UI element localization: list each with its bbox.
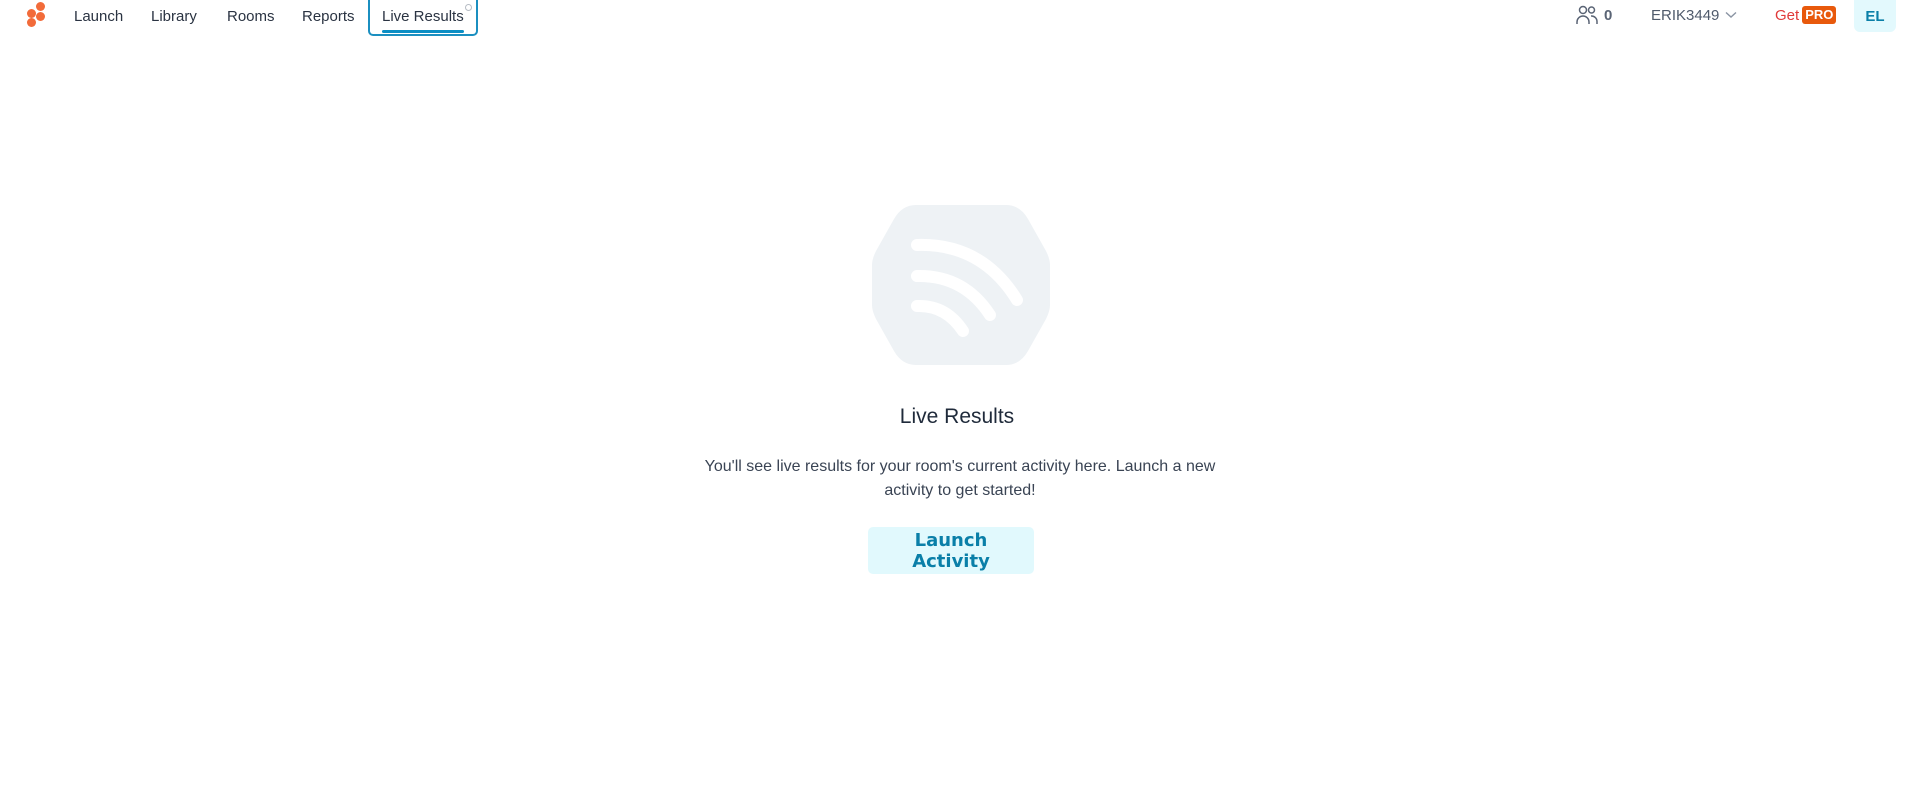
logo-icon[interactable] xyxy=(24,0,50,30)
top-navigation-bar: Launch Library Rooms Reports Live Result… xyxy=(0,0,1914,40)
participants-number: 0 xyxy=(1604,6,1613,24)
get-label: Get xyxy=(1775,6,1800,24)
nav-tab-live-results-label: Live Results xyxy=(382,8,464,25)
room-menu[interactable]: ERIK3449 xyxy=(1651,0,1737,30)
get-pro-link[interactable]: Get PRO xyxy=(1775,0,1837,30)
empty-state-description: You'll see live results for your room's … xyxy=(704,458,1216,499)
nav-tab-live-results[interactable]: Live Results xyxy=(368,0,478,36)
users-icon xyxy=(1576,5,1598,24)
launch-activity-button[interactable]: Launch Activity xyxy=(868,527,1034,574)
nav-tab-launch[interactable]: Launch xyxy=(74,0,123,34)
user-avatar[interactable]: EL xyxy=(1854,0,1896,32)
chevron-down-icon xyxy=(1725,11,1737,18)
nav-tab-rooms[interactable]: Rooms xyxy=(227,0,275,34)
live-results-broadcast-icon xyxy=(872,205,1050,365)
pro-badge: PRO xyxy=(1802,6,1837,24)
active-tab-underline xyxy=(382,30,464,33)
room-name: ERIK3449 xyxy=(1651,6,1720,24)
empty-state-title: Live Results xyxy=(899,405,1015,428)
nav-tab-reports[interactable]: Reports xyxy=(302,0,355,34)
status-dot-icon xyxy=(464,4,472,11)
nav-tab-library[interactable]: Library xyxy=(151,0,197,34)
participants-count[interactable]: 0 xyxy=(1576,0,1612,30)
